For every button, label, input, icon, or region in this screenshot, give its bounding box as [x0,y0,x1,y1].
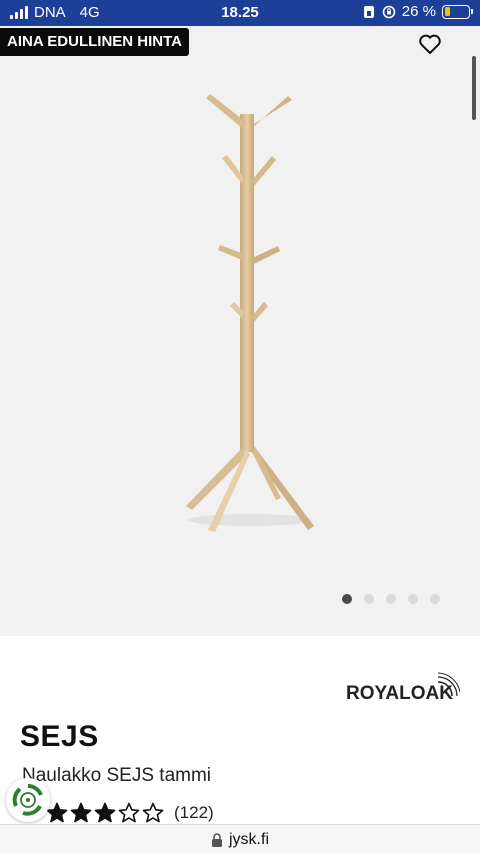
carousel-dot[interactable] [430,594,440,604]
status-right: 26 % [362,3,473,20]
product-image-gallery[interactable]: AINA EDULLINEN HINTA [0,26,480,636]
star-empty-icon [118,802,140,823]
promo-badge: AINA EDULLINEN HINTA [0,28,189,56]
coat-rack-image [186,94,314,532]
star-filled-icon [94,802,116,823]
carousel-dots[interactable] [342,594,440,604]
product-rating[interactable]: (122) [46,802,214,824]
url-text[interactable]: jysk.fi [229,831,269,849]
carousel-dot[interactable] [386,594,396,604]
scrollbar[interactable] [472,56,476,120]
star-empty-icon [142,802,164,823]
sim-icon [363,5,374,18]
browser-url-bar[interactable]: jysk.fi [0,824,480,854]
product-name: SEJS [20,720,99,753]
royal-oak-logo: ROYALOAK [346,672,460,704]
heart-outline-icon[interactable] [418,32,442,56]
rotation-lock-icon [382,5,396,18]
brand-logo-text: ROYALOAK [346,683,453,704]
status-bar: DNA 4G 18.25 26 % [0,0,480,26]
product-description: Naulakko SEJS tammi [22,765,212,786]
carousel-dot[interactable] [408,594,418,604]
battery-fill [444,7,451,16]
lock-icon [212,832,222,847]
battery-icon [442,4,473,19]
star-filled-icon [70,802,92,823]
carousel-dot[interactable] [364,594,374,604]
carousel-dot[interactable] [342,594,352,604]
review-count[interactable]: (122) [174,803,214,823]
battery-percent: 26 % [401,3,436,20]
recycle-badge-icon[interactable] [6,778,50,822]
